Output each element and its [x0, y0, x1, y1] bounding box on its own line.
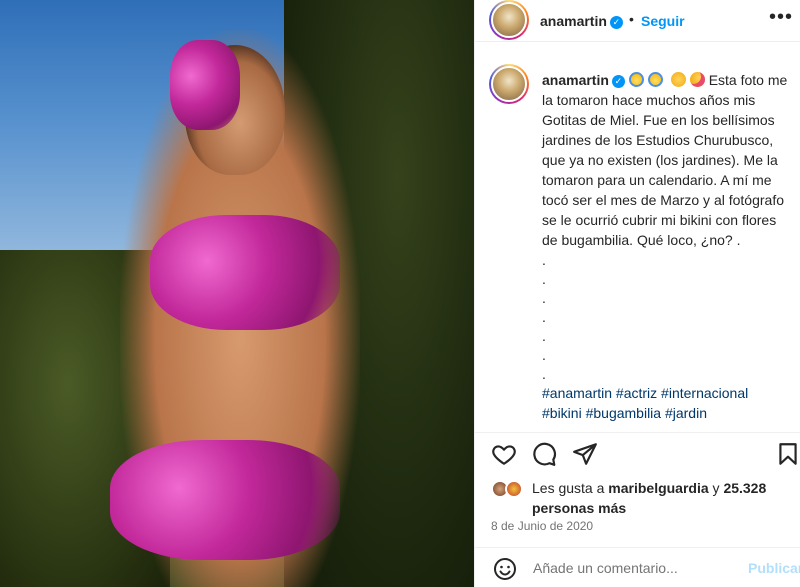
likes-count[interactable]: 25.328 [723, 480, 766, 496]
post-side-panel: anamartin ✓ • Seguir ••• anamartin ✓ Esta … [474, 0, 800, 587]
likes-suffix[interactable]: personas más [532, 500, 626, 516]
caption-avatar[interactable] [489, 64, 529, 104]
caption-username[interactable]: anamartin [542, 72, 609, 88]
comment-icon[interactable] [531, 441, 557, 467]
caption-text-block: anamartin ✓ Esta foto me la tomaron hace … [542, 70, 794, 423]
header-username[interactable]: anamartin ✓ [540, 13, 623, 29]
bookmark-icon[interactable] [775, 441, 800, 467]
more-horizontal-icon[interactable]: ••• [769, 6, 793, 29]
photo-flowers-hair [170, 40, 240, 130]
caption-dot: . [542, 366, 546, 382]
liker-avatars [491, 480, 527, 498]
likes-summary: Les gusta a maribelguardia y 25.328 pers… [491, 478, 791, 518]
action-bar [475, 432, 800, 470]
caption-dot: . [542, 328, 546, 344]
avatar[interactable] [505, 480, 523, 498]
photo-flowers-top [150, 215, 340, 330]
kissing-face-icon [689, 72, 705, 87]
caption-hashtags-line2[interactable]: #bikini #bugambilia #jardin [542, 403, 794, 423]
caption-dot: . [542, 290, 546, 306]
header-separator: • [629, 11, 634, 27]
verified-badge-icon: ✓ [609, 15, 623, 29]
heart-icon[interactable] [491, 441, 517, 467]
caption-dot: . [542, 309, 546, 325]
post-photo[interactable] [0, 0, 474, 587]
smiling-face-icon [670, 72, 686, 87]
verified-badge-icon: ✓ [611, 74, 625, 88]
caption-dot: . [542, 252, 546, 268]
caption-dot: . [542, 271, 546, 287]
caption-dots: . . . . . . . [542, 250, 794, 383]
face-screaming-icon [628, 72, 644, 87]
follow-button[interactable]: Seguir [641, 13, 685, 29]
comment-bar: Publicar [475, 547, 800, 587]
post-date[interactable]: 8 de Junio de 2020 [491, 519, 593, 533]
likes-text: Les gusta a maribelguardia y 25.328 pers… [532, 480, 767, 516]
comment-input[interactable] [533, 560, 733, 576]
caption-hashtags-line1[interactable]: #anamartin #actriz #internacional [542, 383, 794, 403]
avatar[interactable] [489, 0, 529, 40]
caption-dot: . [542, 347, 546, 363]
share-icon[interactable] [572, 441, 598, 467]
liker-username[interactable]: maribelguardia [608, 480, 708, 496]
caption-body: Esta foto me la tomaron hace muchos años… [542, 72, 788, 248]
emoji-picker-icon[interactable] [493, 557, 517, 581]
photo-flowers-bottom [110, 440, 340, 560]
face-screaming-icon [647, 72, 663, 87]
post-header: anamartin ✓ • Seguir ••• [475, 0, 800, 42]
publish-button[interactable]: Publicar [748, 560, 800, 576]
